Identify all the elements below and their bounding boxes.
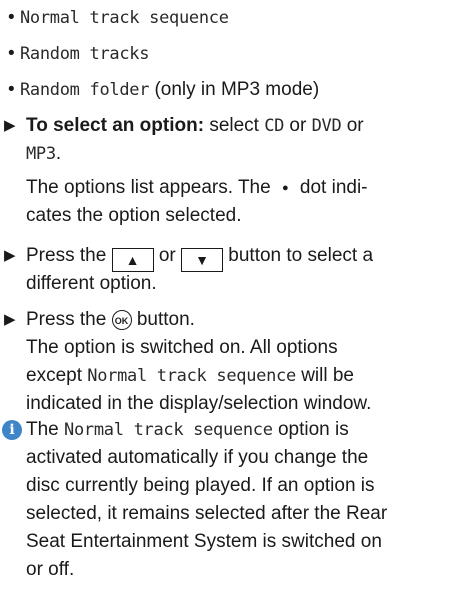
option-label: Random tracks (20, 44, 150, 64)
step-text: Press the (26, 309, 107, 330)
result-text: indicated in the display/selection windo… (26, 393, 372, 414)
note-text: disc currently being played. If an optio… (26, 475, 375, 496)
result-text: will be (301, 365, 354, 386)
down-arrow-key-icon: ▼ (181, 248, 224, 272)
bullet-dot: • (8, 7, 15, 28)
option-note: (only in MP3 mode) (154, 79, 320, 100)
step-text: button to select a (228, 245, 374, 266)
step-text: . (55, 143, 62, 164)
info-icon: i (2, 420, 22, 440)
info-note: The Normal track sequence option is acti… (26, 416, 458, 584)
ok-button-icon: OK (111, 310, 132, 330)
step-text: select (209, 115, 259, 136)
cd-label: CD (264, 116, 285, 136)
result-text: cates the option selected. (26, 205, 242, 226)
selected-dot-icon: ● (281, 182, 289, 194)
result-text: The option is switched on. All options (26, 337, 338, 358)
list-item: • Normal track sequence (8, 4, 229, 32)
step-text: different option. (26, 273, 157, 294)
option-name: Normal track sequence (87, 366, 296, 386)
step-press-ok: Press the OK button. The option is switc… (26, 306, 458, 418)
note-text: Seat Entertainment System is switched on (26, 531, 382, 552)
mp3-label: MP3 (26, 144, 56, 164)
list-item: • Random folder (only in MP3 mode) (8, 76, 319, 104)
note-text: option is (277, 419, 349, 440)
list-item: • Random tracks (8, 40, 149, 68)
step-text: or (289, 115, 307, 136)
step-text: or (346, 115, 364, 136)
step-select-option: To select an option: select CD or DVD or… (26, 112, 458, 230)
step-press-arrows: Press the ▲ or ▼ button to select a diff… (26, 242, 458, 298)
up-arrow-key-icon: ▲ (111, 248, 154, 272)
option-label: Random folder (20, 80, 150, 100)
note-text: activated automatically if you change th… (26, 447, 369, 468)
option-name: Normal track sequence (64, 420, 273, 440)
result-text: except (26, 365, 82, 386)
bullet-dot: • (8, 79, 15, 100)
bullet-dot: • (8, 43, 15, 64)
step-arrow-icon: ▶ (4, 311, 16, 328)
step-heading: To select an option: (26, 115, 205, 136)
note-text: selected, it remains selected after the … (26, 503, 388, 524)
step-text: or (158, 245, 176, 266)
step-arrow-icon: ▶ (4, 117, 16, 134)
option-label: Normal track sequence (20, 8, 229, 28)
note-text: or off. (26, 559, 75, 580)
dvd-label: DVD (311, 116, 342, 136)
step-text: Press the (26, 245, 107, 266)
step-arrow-icon: ▶ (4, 247, 16, 264)
result-text: dot indi- (299, 177, 368, 198)
step-text: button. (136, 309, 195, 330)
note-text: The (26, 419, 59, 440)
result-text: The options list appears. The (26, 177, 271, 198)
